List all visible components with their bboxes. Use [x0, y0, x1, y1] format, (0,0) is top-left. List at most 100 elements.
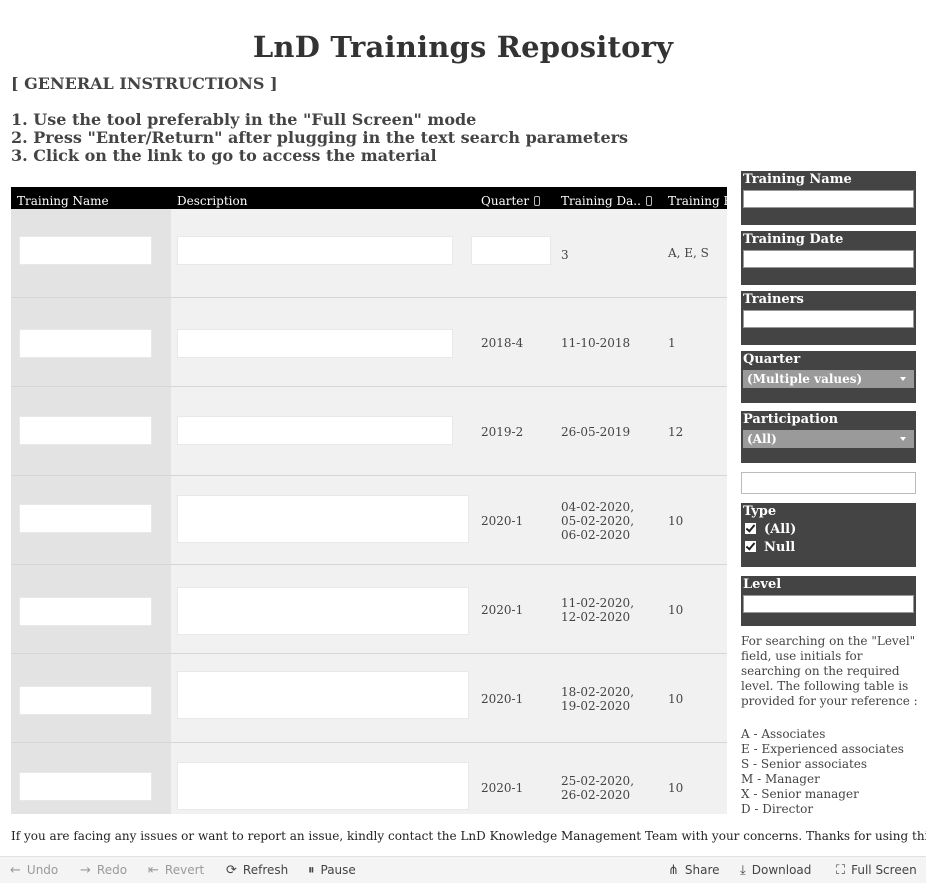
trainings-table[interactable]: Training Name Description Quarter Traini…: [11, 187, 727, 814]
instructions-heading: [ GENERAL INSTRUCTIONS ]: [11, 74, 278, 93]
sort-icon[interactable]: [645, 196, 652, 206]
type-option-null[interactable]: Null: [745, 540, 795, 555]
training-name-cell[interactable]: [19, 504, 152, 533]
undo-label: Undo: [26, 863, 59, 877]
table-row[interactable]: 2018-4 11-10-2018 1: [11, 298, 727, 387]
table-row[interactable]: 3 A, E, S: [11, 209, 727, 298]
filter-label: Participation: [743, 412, 839, 427]
pause-label: Pause: [320, 863, 356, 877]
description-cell: [177, 236, 453, 265]
pause-icon: ⏸: [308, 863, 315, 878]
instruction-line-3: 3. Click on the link to go to access the…: [11, 146, 437, 165]
checkbox-checked-icon[interactable]: [745, 523, 756, 534]
level-legend-item: M - Manager: [741, 772, 820, 786]
training-name-cell[interactable]: [19, 597, 152, 626]
instruction-line-1: 1. Use the tool preferably in the "Full …: [11, 110, 477, 129]
type-option-label: Null: [764, 540, 796, 555]
level-legend: A - Associates E - Experienced associate…: [741, 727, 919, 817]
full-screen-icon: ⛶: [836, 863, 846, 878]
filter-label: Training Name: [743, 172, 852, 187]
training-name-cell[interactable]: [19, 329, 152, 358]
training-date-cell: 18-02-2020, 19-02-2020: [561, 685, 635, 713]
participation-dropdown[interactable]: (All): [743, 430, 914, 448]
level-help-text: For searching on the "Level" field, use …: [741, 634, 918, 708]
filter-label: Quarter: [743, 352, 801, 367]
share-label: Share: [684, 863, 720, 877]
table-row[interactable]: 2020-1 11-02-2020, 12-02-2020 10: [11, 565, 727, 654]
filter-label: Level: [743, 577, 782, 592]
training-date-cell: 11-10-2018: [561, 336, 631, 350]
quarter-dropdown-value: (Multiple values): [747, 372, 863, 386]
quarter-cell: 2020-1: [481, 692, 524, 706]
training-date-search-input[interactable]: [743, 250, 914, 268]
full-screen-label: Full Screen: [851, 863, 917, 877]
quarter-cell: [471, 236, 551, 265]
level-search-input[interactable]: [743, 595, 914, 613]
quarter-dropdown[interactable]: (Multiple values): [743, 370, 914, 388]
description-cell: [177, 416, 453, 445]
table-row[interactable]: 2020-1 25-02-2020, 26-02-2020 10: [11, 743, 727, 814]
refresh-button[interactable]: ⟳ Refresh: [226, 863, 288, 878]
download-label: Download: [751, 863, 812, 877]
empty-filter-box[interactable]: [741, 472, 916, 494]
training-name-cell[interactable]: [19, 772, 152, 801]
checkbox-checked-icon[interactable]: [745, 541, 756, 552]
footer-note: If you are facing any issues or want to …: [11, 829, 926, 843]
table-row[interactable]: 2019-2 26-05-2019 12: [11, 387, 727, 476]
training-hours-cell: A, E, S: [668, 246, 709, 260]
training-name-cell[interactable]: [19, 236, 152, 265]
description-cell: [177, 495, 469, 543]
table-row[interactable]: 2020-1 18-02-2020, 19-02-2020 10: [11, 654, 727, 743]
header-training-hours[interactable]: Training H: [668, 194, 727, 208]
level-legend-item: A - Associates: [741, 727, 826, 741]
table-row[interactable]: 2020-1 04-02-2020, 05-02-2020, 06-02-202…: [11, 476, 727, 565]
training-name-cell[interactable]: [19, 686, 152, 715]
quarter-cell: 2020-1: [481, 781, 524, 795]
revert-icon: ⇤: [148, 863, 159, 878]
chevron-down-icon: [900, 437, 906, 441]
level-legend-item: S - Senior associates: [741, 757, 868, 771]
filter-label: Type: [743, 504, 777, 519]
pause-button[interactable]: ⏸ Pause: [308, 863, 356, 878]
description-cell: [177, 587, 469, 635]
training-name-cell[interactable]: [19, 416, 152, 445]
filter-participation: Participation (All): [741, 411, 916, 463]
training-hours-cell: 10: [668, 603, 684, 617]
training-date-cell: 26-05-2019: [561, 425, 631, 439]
training-name-search-input[interactable]: [743, 190, 914, 208]
redo-arrow-icon: →: [80, 863, 91, 878]
full-screen-button[interactable]: ⛶ Full Screen: [836, 863, 917, 878]
header-quarter[interactable]: Quarter: [481, 194, 541, 208]
revert-button[interactable]: ⇤ Revert: [148, 863, 204, 878]
quarter-cell: 2018-4: [481, 336, 524, 350]
training-hours-cell: 10: [668, 781, 684, 795]
share-button[interactable]: ⋔ Share: [668, 863, 720, 878]
training-hours-cell: 10: [668, 692, 684, 706]
table-header: Training Name Description Quarter Traini…: [11, 187, 727, 209]
page-title: LnD Trainings Repository: [252, 30, 674, 64]
filter-trainers: Trainers: [741, 291, 916, 345]
level-legend-item: X - Senior manager: [741, 787, 859, 801]
filter-type: Type (All) Null: [741, 503, 916, 567]
sort-icon[interactable]: [534, 196, 541, 206]
undo-arrow-icon: ←: [10, 863, 21, 878]
instruction-line-2: 2. Press "Enter/Return" after plugging i…: [11, 128, 629, 147]
level-legend-item: D - Director: [741, 802, 814, 816]
viz-toolbar: ← Undo → Redo ⇤ Revert ⟳ Refresh ⏸ Pause ⋔ Sha…: [0, 856, 926, 883]
training-date-cell: 3: [561, 248, 569, 262]
training-hours-cell: 12: [668, 425, 684, 439]
chevron-down-icon: [900, 377, 906, 381]
download-button[interactable]: ⤓ Download: [740, 863, 811, 878]
redo-button[interactable]: → Redo: [80, 863, 127, 878]
header-training-name[interactable]: Training Name: [17, 194, 109, 208]
quarter-cell: 2020-1: [481, 603, 524, 617]
undo-button[interactable]: ← Undo: [10, 863, 58, 878]
training-date-cell: 25-02-2020, 26-02-2020: [561, 774, 635, 802]
header-training-date[interactable]: Training Da..: [561, 194, 652, 208]
training-hours-cell: 1: [668, 336, 676, 350]
quarter-cell: 2019-2: [481, 425, 524, 439]
type-option-all[interactable]: (All): [745, 522, 796, 537]
header-description[interactable]: Description: [177, 194, 247, 208]
trainers-search-input[interactable]: [743, 310, 914, 328]
download-icon: ⤓: [740, 863, 746, 878]
